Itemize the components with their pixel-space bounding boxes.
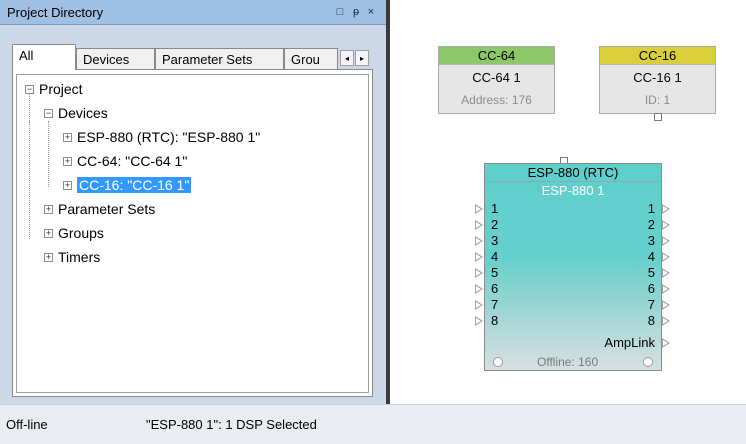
input-port-label: 6 [491, 281, 499, 296]
tree-node-groups[interactable]: Groups [58, 224, 104, 242]
expand-icon[interactable]: + [44, 205, 53, 214]
esp-status-text: Offline: 160 [537, 355, 599, 369]
input-port-label: 7 [491, 297, 499, 312]
input-7-port-icon[interactable] [475, 300, 483, 310]
output-4-port-icon[interactable] [662, 252, 670, 262]
output-port-label: 6 [647, 281, 655, 296]
expand-icon[interactable]: + [44, 229, 53, 238]
tree-line [29, 121, 30, 239]
input-8-port-icon[interactable] [475, 316, 483, 326]
output-port-label: 3 [647, 233, 655, 248]
esp-header: ESP-880 (RTC) [485, 164, 661, 182]
panel-title-bar: Project Directory □ ᵽ × [0, 0, 386, 25]
tree-node-devices[interactable]: Devices [58, 104, 108, 122]
tree-node-project[interactable]: Project [39, 80, 83, 98]
expand-icon[interactable]: + [63, 181, 72, 190]
status-bar: Off-line "ESP-880 1": 1 DSP Selected [0, 404, 746, 444]
input-5-port-icon[interactable] [475, 268, 483, 278]
input-port-label: 8 [491, 313, 499, 328]
project-directory-panel: Project Directory □ ᵽ × All Devices Para… [0, 0, 386, 404]
output-port-label: 7 [647, 297, 655, 312]
status-led-right-icon [643, 357, 653, 367]
amplink-port-icon[interactable] [662, 338, 670, 348]
output-2-port-icon[interactable] [662, 220, 670, 230]
output-port-label: 4 [647, 249, 655, 264]
tree-node-timers[interactable]: Timers [58, 248, 100, 266]
collapse-icon[interactable]: − [44, 109, 53, 118]
status-led-left-icon [493, 357, 503, 367]
status-mode: Off-line [6, 417, 48, 432]
input-port-label: 4 [491, 249, 499, 264]
expand-icon[interactable]: + [63, 133, 72, 142]
output-7-port-icon[interactable] [662, 300, 670, 310]
output-3-port-icon[interactable] [662, 236, 670, 246]
cc16-id: ID: 1 [644, 93, 671, 107]
tree-line [29, 93, 30, 121]
output-port-label: 2 [647, 217, 655, 232]
input-3-port-icon[interactable] [475, 236, 483, 246]
expand-icon[interactable]: + [44, 253, 53, 262]
cc64-address: Address: 176 [461, 93, 532, 107]
tab-scroll-left-icon[interactable]: ◂ [340, 50, 354, 66]
expand-icon[interactable]: + [63, 157, 72, 166]
tree-node-cc-64[interactable]: CC-64: "CC-64 1" [77, 152, 187, 170]
tab-parameter-sets[interactable]: Parameter Sets [155, 48, 284, 69]
output-port-label: 8 [647, 313, 655, 328]
tree-node-cc-16-selected[interactable]: CC-16: "CC-16 1" [77, 176, 192, 194]
esp-name: ESP-880 1 [541, 183, 605, 198]
output-port-label: 5 [647, 265, 655, 280]
output-8-port-icon[interactable] [662, 316, 670, 326]
project-tree: − Project − Devices + ESP-880 (RTC): "ES… [12, 69, 373, 397]
status-message: "ESP-880 1": 1 DSP Selected [146, 417, 317, 432]
output-1-port-icon[interactable] [662, 204, 670, 214]
output-5-port-icon[interactable] [662, 268, 670, 278]
collapse-icon[interactable]: − [25, 85, 34, 94]
cc16-device-block[interactable]: CC-16 CC-16 1 ID: 1 [599, 46, 716, 114]
selected-label: CC-16: "CC-16 1" [77, 177, 192, 193]
tab-all[interactable]: All [12, 44, 76, 70]
close-icon[interactable]: × [364, 4, 378, 20]
panel-title: Project Directory [7, 5, 104, 20]
input-port-label: 2 [491, 217, 499, 232]
cc64-header: CC-64 [439, 47, 554, 65]
input-port-label: 5 [491, 265, 499, 280]
pin-icon[interactable]: ᵽ [349, 4, 363, 20]
input-1-port-icon[interactable] [475, 204, 483, 214]
cc16-name: CC-16 1 [633, 70, 682, 85]
tree-node-esp-880[interactable]: ESP-880 (RTC): "ESP-880 1" [77, 128, 260, 146]
cc16-connector-icon[interactable] [654, 113, 662, 121]
input-4-port-icon[interactable] [475, 252, 483, 262]
cc64-device-block[interactable]: CC-64 CC-64 1 Address: 176 [438, 46, 555, 114]
output-6-port-icon[interactable] [662, 284, 670, 294]
tree-line [48, 121, 49, 187]
input-6-port-icon[interactable] [475, 284, 483, 294]
tree-view[interactable]: − Project − Devices + ESP-880 (RTC): "ES… [16, 74, 369, 393]
tab-devices[interactable]: Devices [76, 48, 155, 69]
esp880-device-block[interactable]: ESP-880 (RTC) ESP-880 1 1 2 3 4 5 6 7 8 … [484, 163, 662, 371]
maximize-icon[interactable]: □ [333, 4, 347, 20]
tab-scroll-right-icon[interactable]: ▸ [355, 50, 369, 66]
input-2-port-icon[interactable] [475, 220, 483, 230]
tab-groups[interactable]: Grou [284, 48, 338, 69]
cc16-header: CC-16 [600, 47, 715, 65]
tab-strip: All Devices Parameter Sets Grou ◂ ▸ [12, 44, 372, 70]
amplink-label: AmpLink [604, 335, 655, 350]
output-port-label: 1 [647, 201, 655, 216]
input-port-label: 3 [491, 233, 499, 248]
tree-node-parameter-sets[interactable]: Parameter Sets [58, 200, 155, 218]
cc64-name: CC-64 1 [472, 70, 521, 85]
input-port-label: 1 [491, 201, 499, 216]
